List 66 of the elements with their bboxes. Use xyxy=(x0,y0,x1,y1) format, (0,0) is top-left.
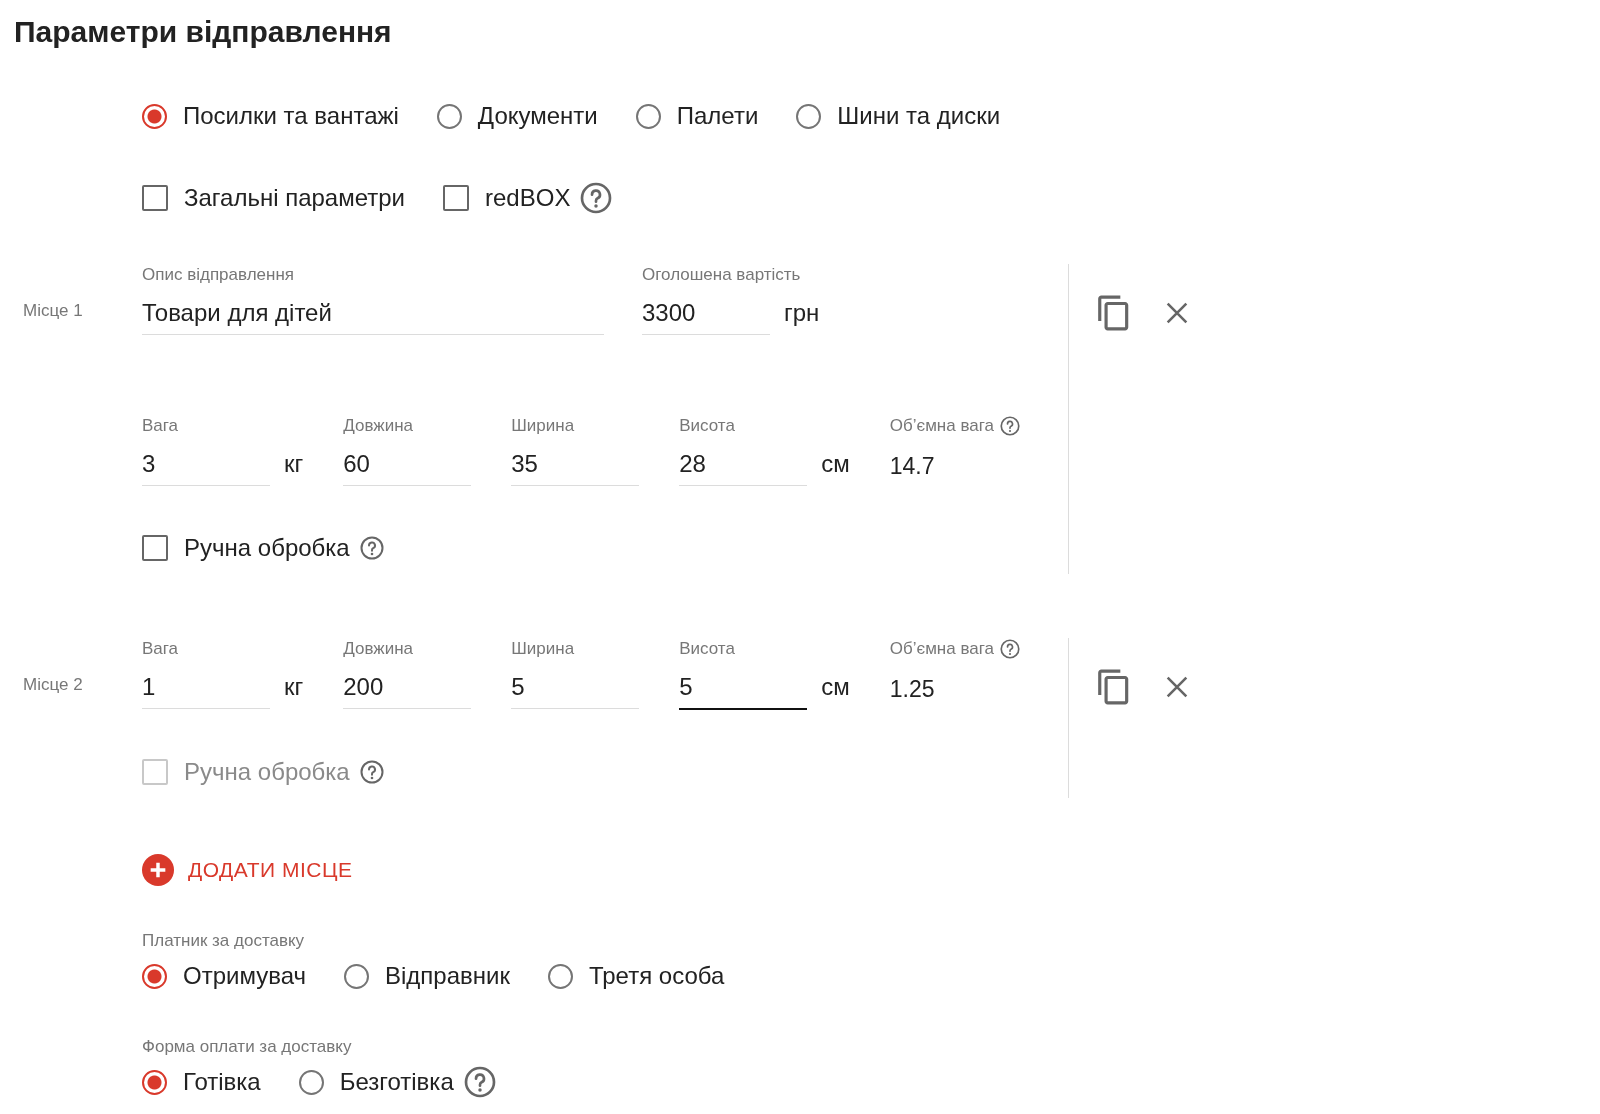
checkbox-label[interactable]: Загальні параметри xyxy=(184,182,405,214)
plus-icon xyxy=(142,854,174,886)
page-title: Параметри відправлення xyxy=(14,14,393,50)
declared-value-field[interactable]: 3300 xyxy=(642,290,770,335)
field-label: Вага xyxy=(142,638,179,660)
radio-label[interactable]: Палети xyxy=(676,100,759,132)
field-label: Опис відправлення xyxy=(142,264,294,286)
group-label: Форма оплати за доставку xyxy=(141,1036,353,1058)
help-icon[interactable] xyxy=(463,1066,496,1098)
radio-button[interactable] xyxy=(142,103,167,129)
help-icon[interactable] xyxy=(359,760,384,784)
field-label: Ширина xyxy=(511,415,575,437)
field-label: Ширина xyxy=(511,638,575,660)
radio-label[interactable]: Відправник xyxy=(385,960,510,992)
field-label: Висота xyxy=(679,415,735,437)
help-icon[interactable] xyxy=(580,182,613,214)
radio-label[interactable]: Безготівка xyxy=(339,1066,454,1098)
field-label: Оголошена вартість xyxy=(642,264,801,286)
checkbox[interactable] xyxy=(142,185,168,211)
description-field[interactable]: Товари для дітей xyxy=(142,290,604,335)
unit-label: см xyxy=(821,672,850,702)
place-label: Місце 2 xyxy=(22,674,84,696)
place-label: Місце 1 xyxy=(22,300,84,322)
dimension-field[interactable]: 5 xyxy=(679,664,808,710)
radio-label[interactable]: Готівка xyxy=(183,1066,261,1098)
checkbox-label[interactable]: redBOX xyxy=(485,182,571,214)
volume-weight-value: 1.25 xyxy=(889,675,936,704)
radio-label[interactable]: Документи xyxy=(477,100,598,132)
field-label: Об’ємна вага xyxy=(889,415,994,437)
group-label: Платник за доставку xyxy=(141,930,306,952)
field-label: Висота xyxy=(679,638,735,660)
radio-button[interactable] xyxy=(298,1069,324,1095)
unit-label: кг xyxy=(284,672,304,702)
field-label: Вага xyxy=(142,415,179,437)
unit-label: грн xyxy=(784,298,820,328)
help-icon[interactable] xyxy=(1000,416,1020,436)
radio-button[interactable] xyxy=(635,103,661,129)
add-place-button[interactable]: ДОДАТИ МІСЦЕ xyxy=(142,854,353,886)
dimension-field[interactable]: 60 xyxy=(343,441,472,486)
field-label: Довжина xyxy=(343,415,413,437)
radio-button[interactable] xyxy=(547,963,573,989)
radio-button[interactable] xyxy=(344,963,369,989)
radio-label[interactable]: Третя особа xyxy=(588,960,725,992)
radio-label[interactable]: Посилки та вантажі xyxy=(183,100,399,132)
checkbox[interactable] xyxy=(142,535,168,561)
dimension-field[interactable]: 28 xyxy=(679,441,808,486)
dimension-field[interactable]: 200 xyxy=(343,664,472,709)
help-icon[interactable] xyxy=(359,536,384,560)
radio-label[interactable]: Отримувач xyxy=(183,960,306,992)
unit-label: см xyxy=(821,449,850,479)
dimension-field[interactable]: 1 xyxy=(142,664,270,709)
radio-button[interactable] xyxy=(142,963,167,989)
checkbox-label[interactable]: Ручна обробка xyxy=(184,532,350,564)
unit-label: кг xyxy=(284,449,304,479)
checkbox[interactable] xyxy=(443,185,469,211)
dimension-field[interactable]: 35 xyxy=(511,441,640,486)
dimension-field[interactable]: 3 xyxy=(142,441,270,486)
radio-button[interactable] xyxy=(436,103,462,129)
radio-button[interactable] xyxy=(142,1069,167,1095)
field-label: Довжина xyxy=(343,638,413,660)
dimension-field[interactable]: 5 xyxy=(511,664,640,709)
field-label: Об’ємна вага xyxy=(889,638,994,660)
volume-weight-value: 14.7 xyxy=(889,452,936,481)
radio-label[interactable]: Шини та диски xyxy=(837,100,1001,132)
help-icon[interactable] xyxy=(1000,639,1020,659)
radio-button[interactable] xyxy=(796,103,822,129)
